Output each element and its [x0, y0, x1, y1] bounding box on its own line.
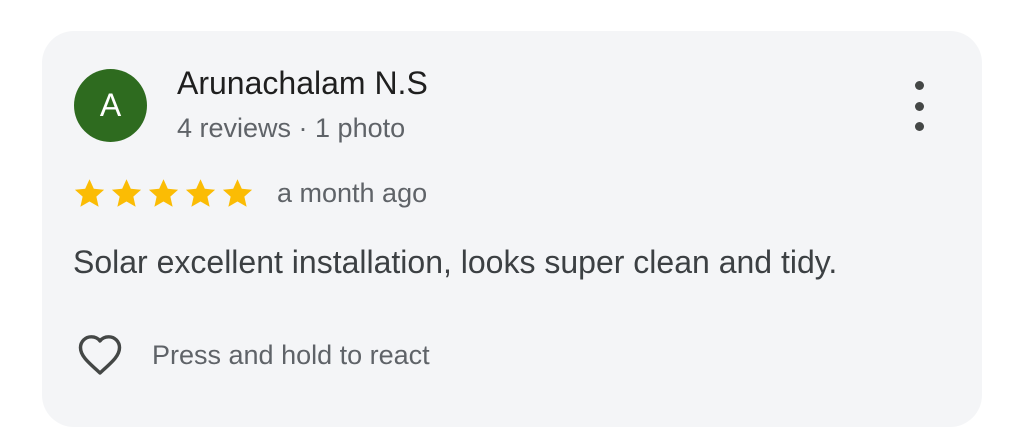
star-rating [72, 176, 255, 211]
star-icon [111, 178, 142, 207]
rating-row: a month ago [72, 173, 427, 213]
author-meta: 4 reviews · 1 photo [177, 113, 406, 143]
star-icon [148, 178, 179, 207]
avatar[interactable]: A [74, 69, 147, 142]
review-text: Solar excellent installation, looks supe… [73, 244, 838, 280]
react-label[interactable]: Press and hold to react [152, 340, 430, 371]
author-name[interactable]: Arunachalam N.S [177, 65, 428, 102]
star-icon [185, 178, 216, 207]
more-options-icon[interactable] [904, 81, 934, 131]
more-dot [914, 122, 924, 131]
heart-icon[interactable] [72, 329, 128, 381]
star-icon [74, 178, 105, 207]
react-row: Press and hold to react [72, 328, 430, 382]
more-dot [914, 81, 924, 90]
review-card: A Arunachalam N.S 4 reviews · 1 photo a … [42, 31, 982, 427]
review-time: a month ago [277, 177, 428, 208]
more-dot [914, 101, 924, 111]
star-icon [222, 178, 253, 207]
